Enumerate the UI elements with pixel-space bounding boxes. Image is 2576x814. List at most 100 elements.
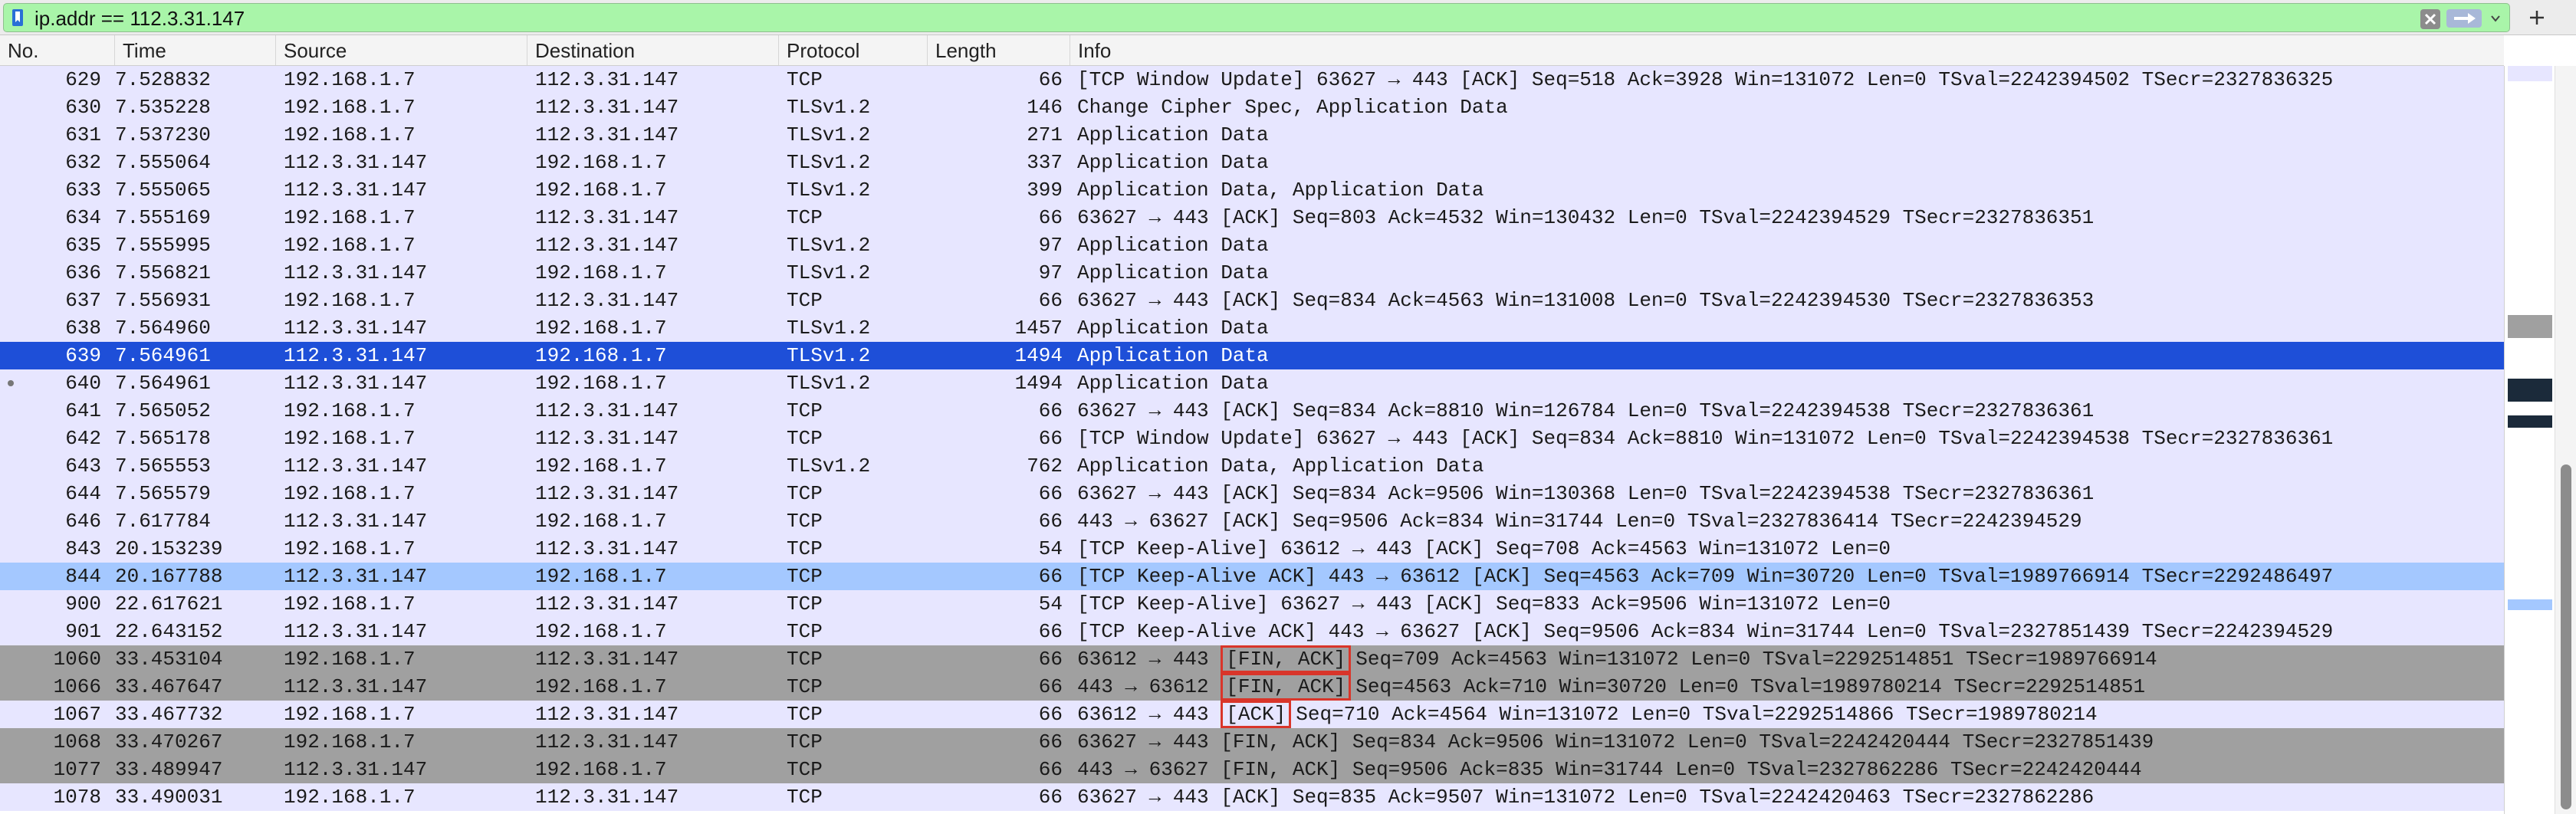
packet-row[interactable]: 1078 33.490031 192.168.1.7 112.3.31.147 TCP 6…: [0, 783, 2504, 811]
packet-time: 7.535228: [115, 96, 211, 119]
packet-no: 646: [65, 510, 101, 533]
packet-row[interactable]: 629 7.528832 192.168.1.7 112.3.31.147 TCP 66 […: [0, 66, 2504, 94]
packet-time: 7.555169: [115, 206, 211, 229]
column-header-destination[interactable]: Destination: [527, 35, 779, 65]
packet-row[interactable]: 634 7.555169 192.168.1.7 112.3.31.147 TCP 66 6…: [0, 204, 2504, 231]
packet-row[interactable]: 1077 33.489947 112.3.31.147 192.168.1.7 TCP 6…: [0, 756, 2504, 783]
packet-length: 66: [1038, 786, 1063, 809]
packet-no: 634: [65, 206, 101, 229]
packet-row[interactable]: 901 22.643152 112.3.31.147 192.168.1.7 TCP 66…: [0, 618, 2504, 645]
column-header-protocol[interactable]: Protocol: [779, 35, 928, 65]
packet-destination: 112.3.31.147: [535, 68, 679, 91]
packet-row[interactable]: 631 7.537230 192.168.1.7 112.3.31.147 TLSv1.…: [0, 121, 2504, 149]
packet-row[interactable]: 636 7.556821 112.3.31.147 192.168.1.7 TLSv1.…: [0, 259, 2504, 287]
packet-list[interactable]: 629 7.528832 192.168.1.7 112.3.31.147 TCP 66 […: [0, 66, 2504, 814]
packet-no: 635: [65, 234, 101, 257]
packet-row[interactable]: 900 22.617621 192.168.1.7 112.3.31.147 TCP 54…: [0, 590, 2504, 618]
packet-source: 112.3.31.147: [284, 151, 428, 174]
packet-time: 7.556931: [115, 289, 211, 312]
packet-source: 192.168.1.7: [284, 703, 416, 726]
packet-destination: 192.168.1.7: [535, 261, 667, 284]
packet-row[interactable]: 1066 33.467647 112.3.31.147 192.168.1.7 TCP 6…: [0, 673, 2504, 701]
packet-length: 146: [1027, 96, 1063, 119]
minimap-band: [2508, 379, 2552, 402]
display-filter-input[interactable]: ip.addr == 112.3.31.147: [3, 3, 2510, 32]
packet-source: 192.168.1.7: [284, 234, 416, 257]
add-filter-button[interactable]: [2524, 5, 2550, 31]
packet-info: 63627 → 443 [ACK] Seq=803 Ack=4532 Win=1…: [1077, 206, 2095, 229]
packet-row[interactable]: 640 7.564961 112.3.31.147 192.168.1.7 TLSv1.…: [0, 369, 2504, 397]
packet-row[interactable]: 642 7.565178 192.168.1.7 112.3.31.147 TCP 66 […: [0, 425, 2504, 452]
display-filter-text[interactable]: ip.addr == 112.3.31.147: [34, 7, 245, 30]
packet-row[interactable]: 844 20.167788 112.3.31.147 192.168.1.7 TCP 66…: [0, 563, 2504, 590]
packet-protocol: TCP: [787, 592, 823, 615]
packet-no: 643: [65, 455, 101, 478]
column-header-time[interactable]: Time: [115, 35, 276, 65]
plus-icon: [2530, 11, 2544, 25]
packet-no: 629: [65, 68, 101, 91]
packet-destination: 112.3.31.147: [535, 234, 679, 257]
packet-destination: 192.168.1.7: [535, 620, 667, 643]
packet-row[interactable]: 644 7.565579 192.168.1.7 112.3.31.147 TCP 66 6…: [0, 480, 2504, 507]
packet-row[interactable]: 643 7.565553 112.3.31.147 192.168.1.7 TLSv1.…: [0, 452, 2504, 480]
related-packet-marker: [8, 380, 14, 386]
vertical-scrollbar[interactable]: [2555, 66, 2576, 814]
clear-icon[interactable]: [2420, 9, 2440, 29]
packet-source: 112.3.31.147: [284, 675, 428, 698]
apply-filter-button[interactable]: [2446, 9, 2482, 28]
packet-row[interactable]: 630 7.535228 192.168.1.7 112.3.31.147 TLSv1.…: [0, 94, 2504, 121]
packet-info-detail: Seq=710 Ack=4564 Win=131072 Len=0 TSval=…: [1296, 703, 2098, 726]
packet-no: 1060: [53, 648, 101, 671]
packet-row[interactable]: 638 7.564960 112.3.31.147 192.168.1.7 TLSv1.…: [0, 314, 2504, 342]
packet-protocol: TLSv1.2: [787, 261, 871, 284]
packet-source: 112.3.31.147: [284, 455, 428, 478]
packet-row[interactable]: 646 7.617784 112.3.31.147 192.168.1.7 TCP 66 4…: [0, 507, 2504, 535]
packet-no: 1068: [53, 730, 101, 753]
packet-info: Application Data: [1077, 123, 1269, 146]
column-header-info[interactable]: Info: [1070, 35, 2504, 65]
packet-time: 7.617784: [115, 510, 211, 533]
packet-protocol: TCP: [787, 648, 823, 671]
packet-length: 66: [1038, 399, 1063, 422]
packet-length: 66: [1038, 730, 1063, 753]
chevron-down-icon[interactable]: [2489, 13, 2502, 24]
packet-source: 192.168.1.7: [284, 648, 416, 671]
packet-row[interactable]: 1068 33.470267 192.168.1.7 112.3.31.147 TCP 6…: [0, 728, 2504, 756]
packet-source: 112.3.31.147: [284, 317, 428, 340]
packet-length: 97: [1038, 261, 1063, 284]
packet-protocol: TLSv1.2: [787, 123, 871, 146]
packet-row[interactable]: 632 7.555064 112.3.31.147 192.168.1.7 TLSv1.…: [0, 149, 2504, 176]
column-header-source[interactable]: Source: [276, 35, 527, 65]
packet-protocol: TLSv1.2: [787, 372, 871, 395]
packet-time: 33.453104: [115, 648, 223, 671]
packet-row[interactable]: 843 20.153239 192.168.1.7 112.3.31.147 TCP 54…: [0, 535, 2504, 563]
packet-protocol: TCP: [787, 427, 823, 450]
bookmark-icon[interactable]: [12, 8, 24, 27]
packet-info: [TCP Keep-Alive] 63612 → 443 [ACK] Seq=7…: [1077, 537, 1891, 560]
packet-time: 7.565553: [115, 455, 211, 478]
packet-no: 844: [65, 565, 101, 588]
packet-no: 638: [65, 317, 101, 340]
packet-destination: 112.3.31.147: [535, 123, 679, 146]
packet-protocol: TCP: [787, 68, 823, 91]
scrollbar-thumb[interactable]: [2561, 464, 2571, 809]
packet-no: 843: [65, 537, 101, 560]
packet-length: 399: [1027, 179, 1063, 202]
packet-row[interactable]: 633 7.555065 112.3.31.147 192.168.1.7 TLSv1.…: [0, 176, 2504, 204]
packet-length: 66: [1038, 758, 1063, 781]
packet-info: Application Data: [1077, 234, 1269, 257]
packet-source: 112.3.31.147: [284, 510, 428, 533]
packet-length: 66: [1038, 482, 1063, 505]
column-header-no[interactable]: No.: [0, 35, 115, 65]
packet-row[interactable]: 1067 33.467732 192.168.1.7 112.3.31.147 TCP 6…: [0, 701, 2504, 728]
packet-protocol: TCP: [787, 206, 823, 229]
packet-row[interactable]: 637 7.556931 192.168.1.7 112.3.31.147 TCP 66 6…: [0, 287, 2504, 314]
packet-row[interactable]: 635 7.555995 192.168.1.7 112.3.31.147 TLSv1.…: [0, 231, 2504, 259]
packet-row[interactable]: 639 7.564961 112.3.31.147 192.168.1.7 TLSv1.…: [0, 342, 2504, 369]
packet-protocol: TLSv1.2: [787, 151, 871, 174]
column-header-length[interactable]: Length: [928, 35, 1070, 65]
packet-row[interactable]: 641 7.565052 192.168.1.7 112.3.31.147 TCP 66 6…: [0, 397, 2504, 425]
packet-minimap[interactable]: [2504, 66, 2555, 814]
packet-protocol: TCP: [787, 565, 823, 588]
packet-row[interactable]: 1060 33.453104 192.168.1.7 112.3.31.147 TCP 6…: [0, 645, 2504, 673]
